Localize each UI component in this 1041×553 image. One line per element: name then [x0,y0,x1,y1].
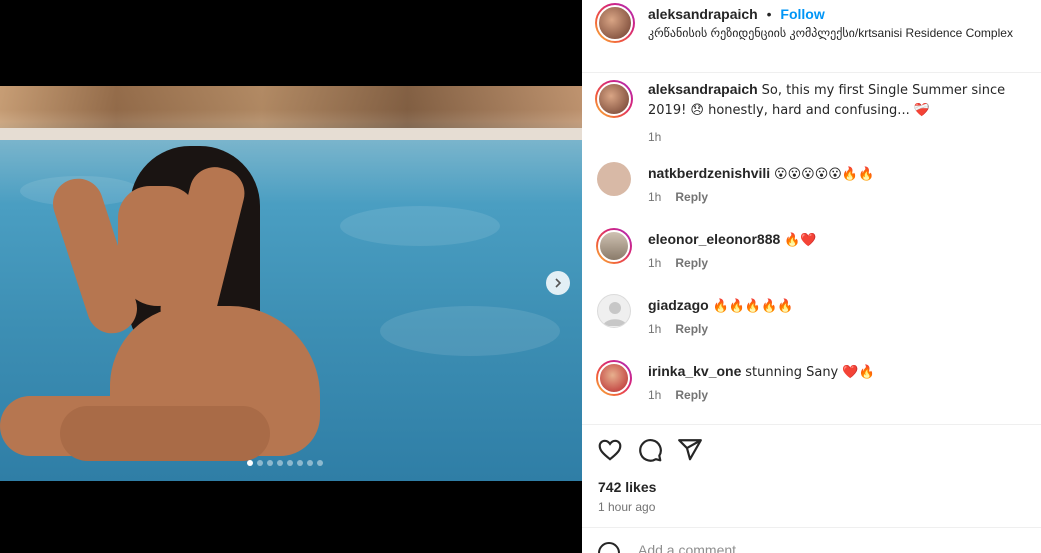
post-time: 1 hour ago [598,500,656,514]
comment-input[interactable] [638,542,1018,553]
author-username[interactable]: aleksandrapaich [648,6,758,22]
post-location[interactable]: კრწანისის რეზიდენციის კომპლექსი/krtsanis… [648,26,1013,40]
follow-button[interactable]: Follow [780,6,824,22]
default-user-icon [603,302,627,326]
comment-time: 1h [648,256,662,270]
comment-username[interactable]: irinka_kv_one [648,363,741,379]
comment-text: 🔥❤️ [784,233,817,248]
carousel-dot [257,460,263,466]
comment-icon[interactable] [637,437,663,463]
post-actions-bar [582,424,1041,474]
comment-time: 1h [648,190,662,204]
separator-dot: • [766,6,772,22]
author-avatar[interactable] [595,80,633,118]
comment-username[interactable]: eleonor_eleonor888 [648,231,780,247]
author-avatar[interactable] [595,3,635,43]
comment-text: 🔥🔥🔥🔥🔥 [712,299,794,314]
commenter-avatar[interactable] [596,360,632,396]
heart-icon[interactable] [597,437,623,463]
carousel-dot [317,460,323,466]
comment-username[interactable]: natkberdzenishvili [648,165,770,181]
commenter-avatar[interactable] [597,294,631,328]
chevron-right-icon [555,278,562,288]
caption-time: 1h [648,130,662,144]
comment-username[interactable]: giadzago [648,297,709,313]
likes-count[interactable]: 742 likes [598,479,656,495]
carousel-indicator [247,460,323,466]
carousel-dot [297,460,303,466]
comment-text: 😮😮😮😮😮🔥🔥 [774,167,875,182]
reply-button[interactable]: Reply [675,190,708,204]
carousel-next-button[interactable] [546,271,570,295]
post-photo [0,86,582,481]
caption-username[interactable]: aleksandrapaich [648,81,758,97]
carousel-dot [287,460,293,466]
reply-button[interactable]: Reply [675,388,708,402]
carousel-dot [267,460,273,466]
reply-button[interactable]: Reply [675,322,708,336]
add-comment-bar [582,527,1041,553]
comments-list: aleksandrapaich So, this my first Single… [582,74,1041,424]
emoji-icon[interactable] [597,541,621,553]
carousel-dot [277,460,283,466]
share-icon[interactable] [677,437,703,463]
reply-button[interactable]: Reply [675,256,708,270]
comment-time: 1h [648,388,662,402]
carousel-dot [307,460,313,466]
carousel-dot [247,460,253,466]
commenter-avatar[interactable] [597,162,631,196]
post-details-panel: aleksandrapaich • Follow კრწანისის რეზიდ… [582,0,1041,553]
comment-text: stunning Sany ❤️🔥 [745,365,875,380]
post-media [0,0,582,553]
comment-time: 1h [648,322,662,336]
commenter-avatar[interactable] [596,228,632,264]
post-header: aleksandrapaich • Follow კრწანისის რეზიდ… [582,0,1041,73]
